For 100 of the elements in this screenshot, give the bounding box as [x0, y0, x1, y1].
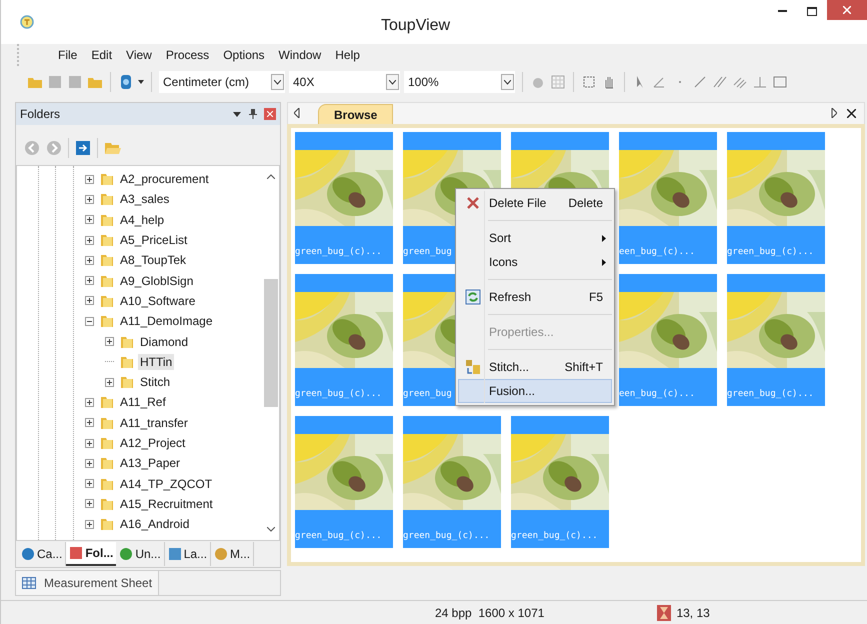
folder-icon: [99, 455, 115, 472]
expand-toggle[interactable]: [85, 256, 94, 265]
dropdown[interactable]: 100%: [404, 71, 515, 93]
folder-label[interactable]: A8_ToupTek: [118, 252, 188, 268]
plus-icon: [87, 217, 92, 222]
pin-icon[interactable]: [249, 109, 257, 119]
folder-label[interactable]: A9_GloblSign: [118, 272, 196, 289]
plus-icon: [87, 196, 92, 202]
file-name: green_bug_(c)...: [295, 246, 382, 258]
folder-label[interactable]: A11_transfer: [118, 414, 190, 431]
close-icon: [843, 6, 851, 14]
folder-label[interactable]: A12_Project: [118, 435, 188, 451]
plus-icon: [87, 501, 92, 506]
file-name: green_bug_(c)...: [727, 246, 814, 258]
plus-icon: [107, 339, 112, 344]
caret-icon[interactable]: [138, 80, 144, 84]
folder-icon: [99, 252, 115, 268]
expand-toggle[interactable]: [85, 296, 94, 306]
expand-toggle[interactable]: [85, 479, 94, 488]
folder-label[interactable]: A16_Android: [118, 516, 192, 532]
file-name: green_bug: [403, 388, 452, 400]
measurement-sheet-tab[interactable]: Measurement Sheet: [16, 571, 160, 595]
expand-toggle[interactable]: [85, 398, 94, 407]
scroll-down-icon[interactable]: [267, 527, 275, 532]
menu-item[interactable]: Options: [216, 46, 272, 64]
file-name: green_bug_(c)...: [511, 530, 598, 542]
expand-toggle[interactable]: [85, 418, 94, 428]
stitch-icon: [465, 359, 481, 375]
app-logo-icon: [20, 15, 34, 29]
tab-icon: [119, 547, 134, 561]
folder-label[interactable]: A10_Software: [118, 292, 198, 309]
folder-label[interactable]: A5_PriceList: [118, 232, 190, 248]
expand-toggle[interactable]: [85, 194, 94, 204]
folder-label[interactable]: A13_Paper: [118, 455, 182, 472]
plus-icon: [87, 176, 92, 182]
crop-icon[interactable]: [581, 74, 597, 90]
collapse-toggle[interactable]: [85, 316, 94, 326]
scroll-left-icon[interactable]: [294, 108, 300, 118]
expand-toggle[interactable]: [85, 236, 94, 245]
rectangle-icon[interactable]: [772, 74, 788, 90]
panel-tab[interactable]: M...: [211, 542, 254, 566]
close-icon: [267, 111, 273, 117]
chevron-down-icon: [389, 80, 396, 84]
table-icon: [22, 577, 36, 589]
expand-toggle[interactable]: [85, 520, 94, 529]
folder-label[interactable]: HTTin: [138, 354, 174, 370]
parallel-lines-icon[interactable]: [712, 74, 728, 90]
expand-toggle[interactable]: [105, 378, 114, 387]
expand-toggle[interactable]: [85, 276, 94, 286]
file-name: een_bug_(c)...: [619, 246, 695, 258]
panel-tab[interactable]: La...: [164, 542, 212, 566]
minus-icon: [87, 318, 92, 324]
close-button[interactable]: [827, 0, 867, 20]
dropdown[interactable]: Centimeter (cm): [159, 71, 285, 93]
expand-toggle[interactable]: [85, 499, 94, 508]
menu-item[interactable]: Process: [158, 46, 216, 64]
menu-item[interactable]: Help: [328, 46, 367, 64]
plus-icon: [87, 278, 92, 284]
expand-toggle[interactable]: [85, 458, 94, 468]
expand-toggle[interactable]: [85, 215, 94, 224]
cursor-position: 13, 13: [676, 604, 710, 622]
folder-label[interactable]: Stitch: [138, 374, 172, 390]
menu-item[interactable]: Fusion...: [458, 379, 612, 403]
expand-toggle[interactable]: [105, 337, 114, 346]
folder-label[interactable]: Diamond: [138, 334, 190, 350]
file-name: green_bug_(c)...: [403, 530, 490, 542]
expand-toggle[interactable]: [85, 438, 94, 448]
scroll-up-icon[interactable]: [267, 174, 275, 179]
folder-label[interactable]: A3_sales: [118, 191, 172, 208]
folder-label[interactable]: A11_DemoImage: [118, 313, 214, 330]
folder-icon: [99, 171, 115, 188]
navigate-icon[interactable]: [75, 140, 91, 156]
scroll-right-icon[interactable]: [831, 108, 837, 118]
browse-tab[interactable]: Browse: [318, 104, 394, 124]
menu-item[interactable]: View: [119, 46, 159, 64]
dropdown[interactable]: 40X: [289, 71, 400, 93]
panel-tab[interactable]: Un...: [116, 542, 165, 566]
delete-icon: [466, 196, 480, 210]
folder-label[interactable]: A4_help: [118, 212, 166, 228]
plus-icon: [87, 400, 92, 405]
expand-toggle[interactable]: [85, 174, 94, 184]
menu-item[interactable]: Edit: [84, 46, 120, 64]
folder-label[interactable]: A15_Recruitment: [118, 496, 215, 512]
plus-icon: [87, 440, 92, 446]
panel-tab[interactable]: Fol...: [66, 542, 116, 566]
dropdown-icon[interactable]: [233, 112, 241, 116]
close-button[interactable]: [264, 108, 276, 120]
folder-icon: [99, 191, 115, 208]
folder-icon: [99, 435, 115, 451]
tab-icon: [168, 547, 182, 561]
menu-item[interactable]: Window: [272, 46, 328, 64]
folder-label[interactable]: A14_TP_ZQCOT: [118, 476, 214, 492]
folder-label[interactable]: A2_procurement: [118, 171, 211, 188]
close-icon[interactable]: [847, 109, 856, 118]
camera-icon[interactable]: [118, 74, 134, 90]
plus-icon: [87, 258, 92, 263]
folder-label[interactable]: A11_Ref: [118, 394, 168, 410]
file-name: green_bug_(c)...: [295, 388, 382, 400]
menu-item[interactable]: File: [51, 46, 84, 64]
panel-title: Folders: [20, 106, 60, 123]
